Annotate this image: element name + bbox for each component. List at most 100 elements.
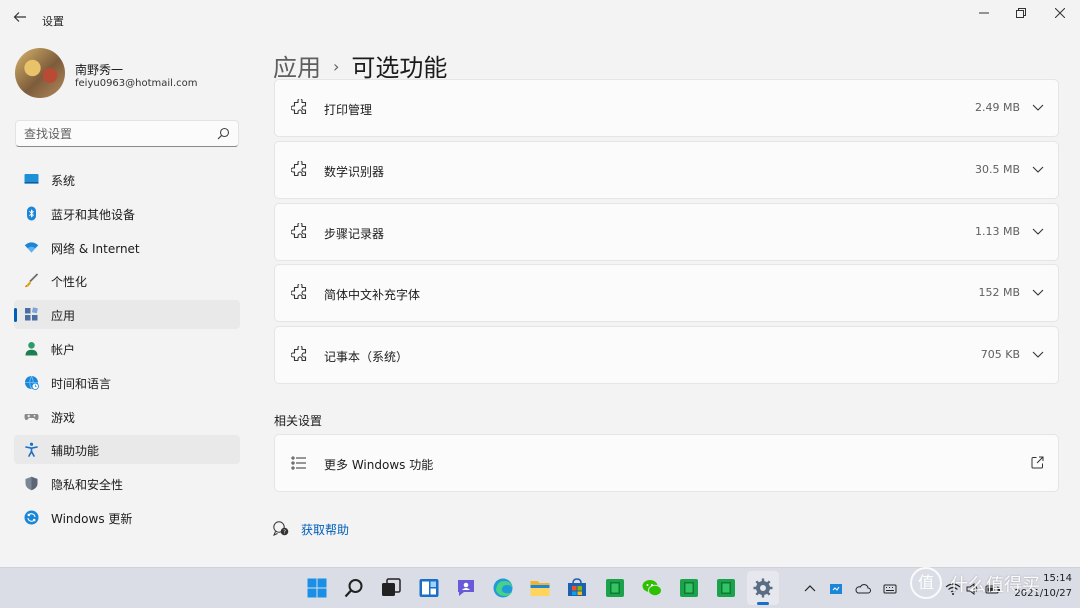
feature-row[interactable]: 数学识别器 30.5 MB — [274, 141, 1059, 199]
back-button[interactable] — [10, 10, 30, 30]
sidebar-item-label: 帐户 — [51, 342, 76, 357]
feature-name: 数学识别器 — [324, 165, 385, 179]
watermark-text: 什么值得买 — [950, 575, 1040, 596]
sidebar-item-label: 蓝牙和其他设备 — [51, 207, 136, 222]
wechat-icon[interactable] — [641, 577, 663, 599]
sidebar-item-label: 应用 — [51, 309, 76, 324]
app-title: 设置 — [42, 15, 64, 28]
close-icon — [1054, 7, 1066, 19]
close-button[interactable] — [1045, 4, 1075, 24]
green-app-icon[interactable] — [715, 577, 737, 599]
sidebar-item-accessibility[interactable]: 辅助功能 — [14, 435, 240, 465]
feature-size: 30.5 MB — [974, 163, 1020, 176]
user-email: feiyu0963@hotmail.com — [75, 78, 198, 89]
sidebar-item-gaming[interactable]: 游戏 — [14, 402, 240, 431]
feature-row[interactable]: 简体中文补充字体 152 MB — [274, 264, 1059, 322]
breadcrumb-parent-apps[interactable]: 应用 — [273, 54, 321, 82]
puzzle-icon — [291, 161, 307, 177]
settings-icon — [753, 578, 773, 598]
chevron-down-icon[interactable] — [1032, 102, 1044, 112]
chevron-down-icon[interactable] — [1032, 287, 1044, 297]
avatar — [15, 48, 65, 98]
watermark: 值 什么值得买 — [910, 565, 1040, 601]
file-explorer-icon[interactable] — [529, 577, 551, 599]
store-icon[interactable] — [566, 577, 588, 599]
sidebar-item-label: 隐私和安全性 — [51, 478, 124, 493]
feature-size: 1.13 MB — [974, 225, 1020, 238]
sidebar-item-label: 时间和语言 — [51, 376, 112, 391]
feature-size: 152 MB — [978, 286, 1020, 299]
arrow-left-icon — [13, 12, 26, 22]
restore-button[interactable] — [1006, 4, 1036, 24]
start-icon[interactable] — [306, 577, 328, 599]
sidebar-item-label: 系统 — [51, 174, 76, 188]
sidebar-item-accounts[interactable]: 帐户 — [14, 334, 240, 363]
feature-row[interactable]: 步骤记录器 1.13 MB — [274, 203, 1059, 261]
puzzle-icon — [291, 99, 307, 115]
minimize-button[interactable] — [969, 4, 999, 24]
apps-icon — [25, 307, 38, 321]
feature-row[interactable]: 记事本（系统） 705 KB — [274, 326, 1059, 384]
sidebar-item-network[interactable]: 网络 & Internet — [14, 233, 240, 262]
feature-name: 记事本（系统） — [324, 350, 409, 364]
chevron-down-icon[interactable] — [1032, 349, 1044, 359]
minimize-icon — [979, 12, 989, 14]
sidebar-item-windows-update[interactable]: Windows 更新 — [14, 503, 240, 532]
green-app-icon[interactable] — [604, 577, 626, 599]
chevron-up-icon[interactable] — [802, 581, 818, 597]
list-icon — [291, 456, 306, 470]
active-indicator — [757, 602, 769, 605]
svg-text:?: ? — [283, 530, 286, 536]
feature-name: 步骤记录器 — [324, 227, 385, 241]
more-windows-features-label: 更多 Windows 功能 — [324, 458, 434, 472]
onedrive-icon[interactable] — [855, 581, 871, 597]
sidebar-item-system[interactable]: 系统 — [14, 165, 240, 194]
feature-name: 简体中文补充字体 — [324, 288, 421, 302]
chevron-right-icon: › — [333, 57, 340, 76]
page-title: 可选功能 — [351, 54, 448, 82]
puzzle-icon — [291, 284, 307, 300]
breadcrumb: 应用 › 可选功能 — [273, 48, 448, 82]
sidebar-item-personalization[interactable]: 个性化 — [14, 266, 240, 295]
sidebar-item-label: 游戏 — [51, 410, 76, 425]
sidebar-item-label: 辅助功能 — [51, 444, 100, 459]
more-windows-features-link[interactable]: 更多 Windows 功能 — [274, 434, 1059, 492]
person-icon — [25, 341, 38, 356]
widgets-icon[interactable] — [418, 577, 440, 599]
title-bar: 设置 — [0, 0, 1080, 40]
input-indicator-icon[interactable] — [882, 581, 898, 597]
search-box[interactable] — [15, 120, 239, 147]
task-view-icon[interactable] — [380, 577, 402, 599]
get-help-label: 获取帮助 — [301, 523, 350, 537]
sidebar-item-apps[interactable]: 应用 — [14, 300, 240, 330]
sidebar-item-privacy-security[interactable]: 隐私和安全性 — [14, 469, 240, 498]
tray-app-icon[interactable] — [828, 581, 844, 597]
bluetooth-icon — [27, 206, 36, 221]
search-icon[interactable] — [217, 127, 230, 140]
feature-size: 705 KB — [980, 348, 1020, 361]
search-input[interactable] — [24, 125, 214, 143]
external-link-icon — [1031, 456, 1044, 469]
update-icon — [24, 510, 39, 525]
chevron-down-icon[interactable] — [1032, 226, 1044, 236]
green-app-icon[interactable] — [678, 577, 700, 599]
restore-icon — [1016, 8, 1026, 18]
feature-size: 2.49 MB — [974, 101, 1020, 114]
edge-icon[interactable] — [492, 577, 514, 599]
sidebar-item-label: 个性化 — [51, 275, 88, 290]
sidebar-item-time-language[interactable]: 时间和语言 — [14, 368, 240, 397]
feature-name: 打印管理 — [324, 103, 373, 117]
feature-row[interactable]: 打印管理 2.49 MB — [274, 79, 1059, 137]
chat-icon[interactable] — [455, 577, 477, 599]
monitor-icon — [24, 174, 39, 184]
settings-taskbar-button[interactable] — [747, 571, 779, 605]
wifi-icon — [24, 241, 39, 253]
shield-icon — [25, 476, 38, 491]
sidebar-nav: 系统 蓝牙和其他设备 网络 & Internet 个性化 应用 帐户 时间和语言… — [14, 165, 240, 537]
help-chat-icon: ? — [273, 521, 289, 536]
user-profile[interactable]: 南野秀一 feiyu0963@hotmail.com — [15, 48, 245, 102]
chevron-down-icon[interactable] — [1032, 164, 1044, 174]
sidebar-item-bluetooth[interactable]: 蓝牙和其他设备 — [14, 199, 240, 228]
related-settings-heading: 相关设置 — [274, 414, 323, 428]
search-icon[interactable] — [343, 577, 365, 599]
